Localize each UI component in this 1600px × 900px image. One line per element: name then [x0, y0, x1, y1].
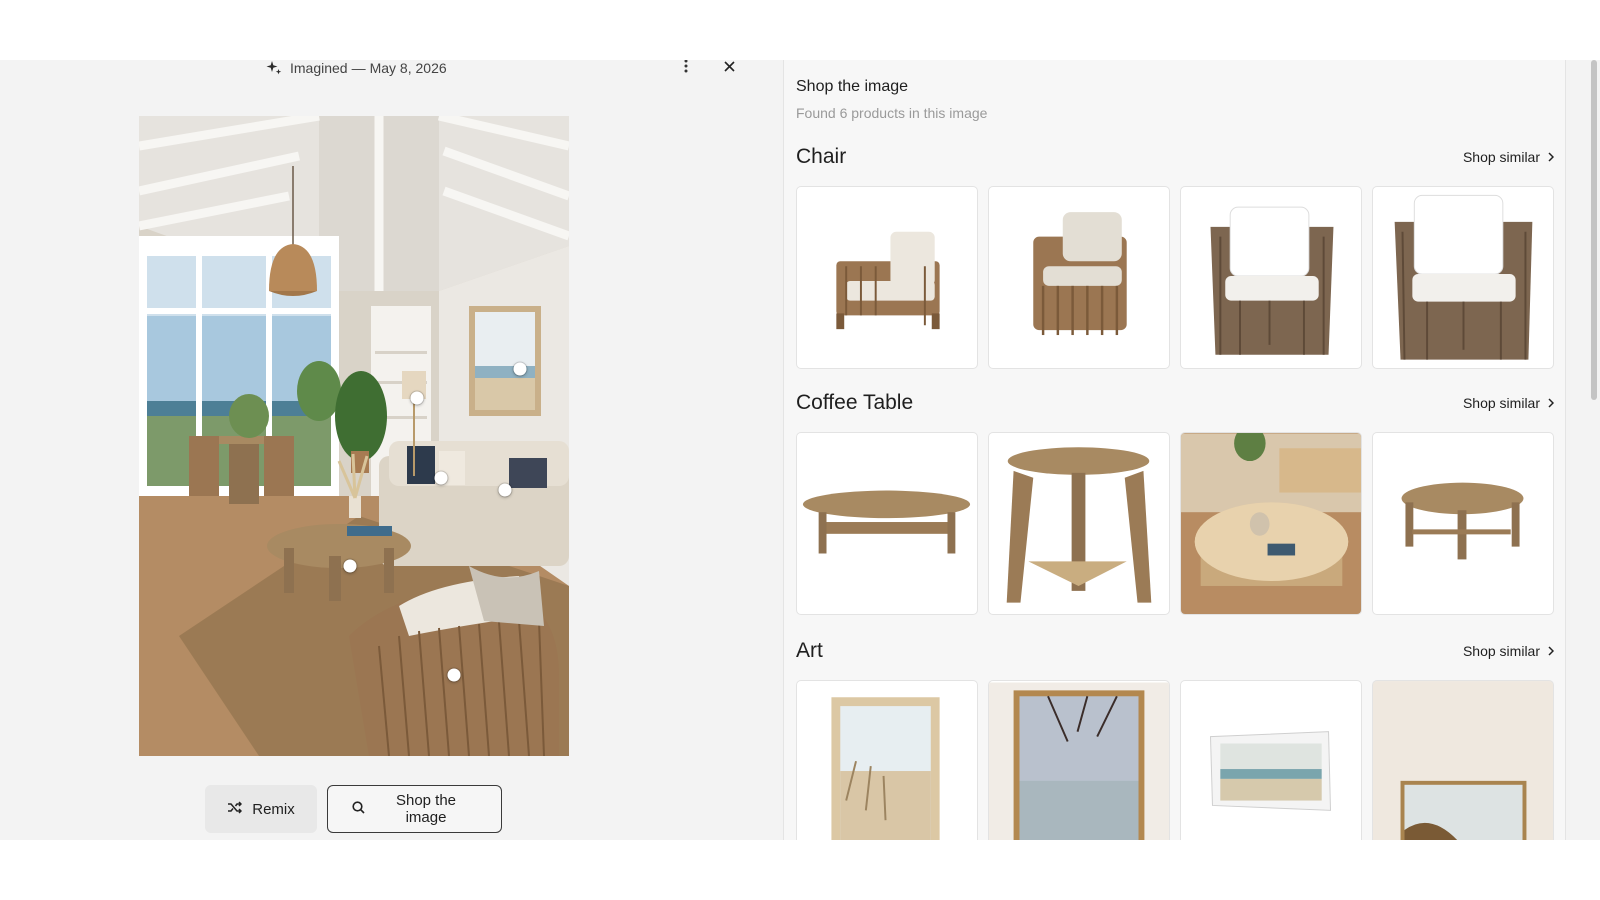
image-meta: Imagined — May 8, 2026 [266, 60, 447, 76]
section-coffee-table: Coffee Table Shop similar [796, 388, 1555, 615]
room-illustration [139, 116, 569, 756]
product-card[interactable] [1372, 680, 1554, 840]
image-viewer-stage: Imagined — May 8, 2026 Remix Shop the im… [0, 60, 1600, 840]
product-card[interactable] [988, 432, 1170, 615]
round-coffee-table-image [1401, 482, 1524, 560]
more-options-button[interactable] [676, 60, 696, 78]
product-card[interactable] [1180, 680, 1362, 840]
product-card[interactable] [1180, 186, 1362, 369]
panel-title: Shop the image [796, 78, 909, 95]
close-icon [723, 60, 735, 77]
imagined-date: May 8, 2026 [369, 60, 447, 76]
image-viewer: Imagined — May 8, 2026 Remix Shop the im… [0, 60, 782, 840]
shop-similar-link[interactable]: Shop similar [1462, 149, 1555, 165]
product-card[interactable] [1372, 432, 1554, 615]
close-button[interactable] [719, 60, 739, 78]
coastal-cliff-art-image [1373, 682, 1553, 840]
product-card[interactable] [796, 680, 978, 840]
side-table-image [1006, 447, 1152, 603]
product-card[interactable] [988, 680, 1170, 840]
shop-similar-label: Shop similar [1462, 149, 1540, 165]
panel-subtitle: Found 6 products in this image [796, 105, 988, 121]
chevron-right-icon [1548, 149, 1555, 165]
framed-seascape-art-image [1210, 731, 1332, 811]
shop-panel: Shop the image Found 6 products in this … [783, 60, 1566, 840]
rattan-chair-image [836, 231, 940, 330]
product-card[interactable] [988, 186, 1170, 369]
shop-similar-link[interactable]: Shop similar [1462, 395, 1555, 411]
hotspot-pillow[interactable] [434, 471, 448, 485]
product-card[interactable] [796, 186, 978, 369]
remix-label: Remix [252, 800, 295, 818]
product-card[interactable] [1372, 186, 1554, 369]
chevron-right-icon [1548, 395, 1555, 411]
shop-the-image-label: Shop the image [395, 792, 457, 826]
meta-separator: — [351, 60, 366, 76]
section-art: Art Shop similar [796, 636, 1555, 840]
remix-button[interactable]: Remix [205, 785, 317, 833]
more-vertical-icon [684, 60, 688, 78]
shop-similar-label: Shop similar [1462, 395, 1540, 411]
hotspot-lamp[interactable] [410, 391, 424, 405]
generated-room-image[interactable] [139, 116, 569, 756]
shop-similar-label: Shop similar [1462, 643, 1540, 659]
section-chair: Chair Shop similar [796, 142, 1555, 369]
hotspot-coffee-table[interactable] [343, 559, 357, 573]
rattan-chair-image [1210, 206, 1334, 355]
section-title: Coffee Table [796, 391, 914, 414]
hotspot-sofa[interactable] [498, 483, 512, 497]
imagined-label: Imagined [290, 60, 348, 76]
round-coffee-table-room-image [1181, 433, 1361, 586]
section-title: Art [796, 639, 823, 662]
product-card[interactable] [1180, 432, 1362, 615]
rattan-chair-image [1394, 194, 1533, 360]
shuffle-icon [227, 800, 243, 818]
shop-the-image-button[interactable]: Shop the image [327, 785, 502, 833]
chevron-right-icon [1548, 643, 1555, 659]
search-icon [352, 800, 365, 818]
scrollbar-thumb[interactable] [1591, 60, 1597, 400]
sparkle-icon [266, 60, 282, 76]
viewer-actions: Remix Shop the image [205, 785, 502, 833]
shop-similar-link[interactable]: Shop similar [1462, 643, 1555, 659]
panel-scrollbar[interactable] [1590, 60, 1598, 840]
coffee-table-image [802, 490, 971, 554]
beach-dune-art-image [831, 697, 940, 840]
tree-branch-sea-art-image [989, 682, 1169, 840]
rattan-chair-image [1033, 212, 1127, 336]
hotspot-art[interactable] [513, 362, 527, 376]
product-card[interactable] [796, 432, 978, 615]
hotspot-chair[interactable] [447, 668, 461, 682]
section-title: Chair [796, 145, 847, 168]
